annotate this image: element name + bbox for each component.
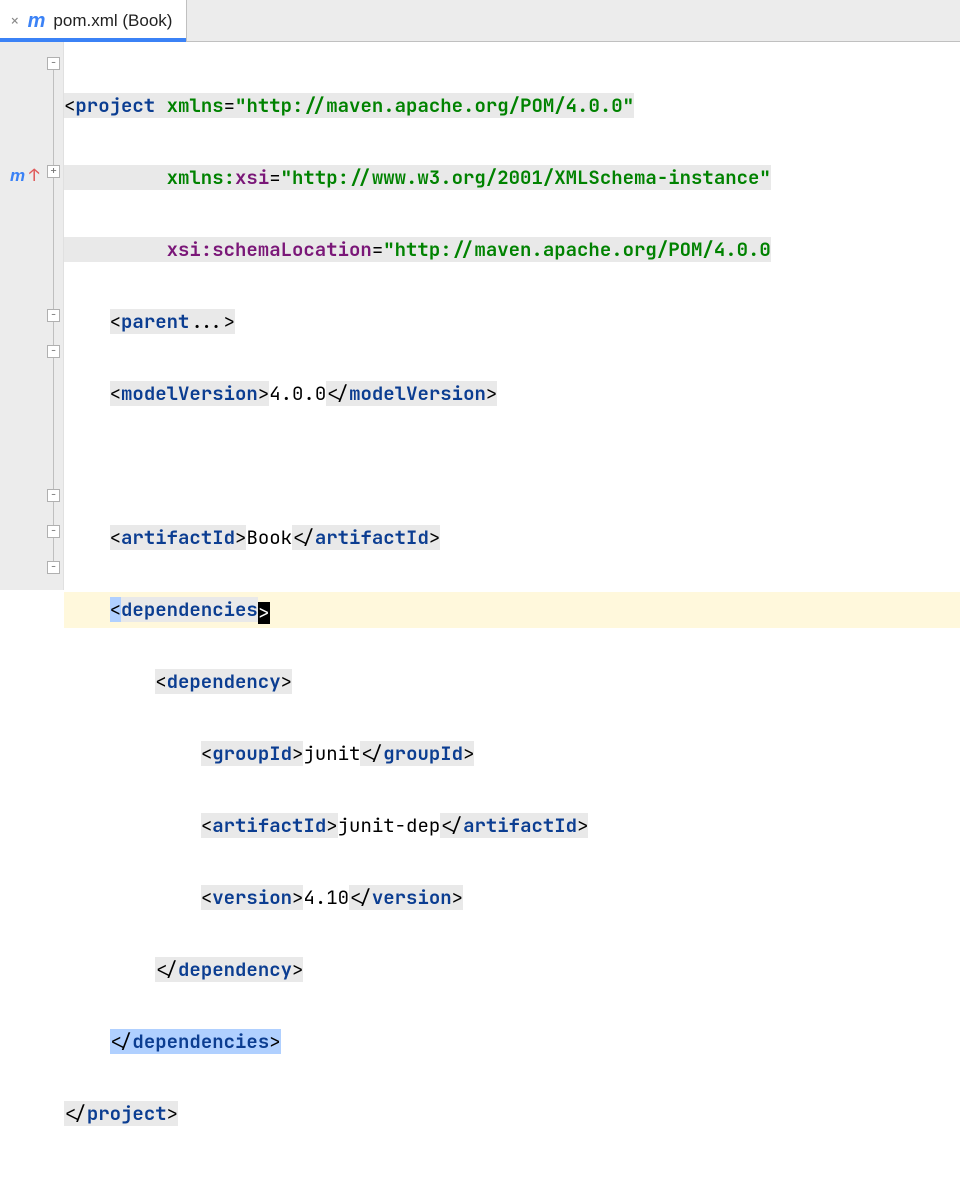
fold-gutter: − + − − − − −: [44, 42, 64, 590]
fold-end-dep[interactable]: −: [47, 489, 60, 502]
fold-toggle-parent[interactable]: +: [47, 165, 60, 178]
left-gutter: m ↑: [0, 42, 44, 590]
fold-toggle[interactable]: −: [47, 57, 60, 70]
maven-gutter-icon[interactable]: m: [10, 166, 25, 186]
code-line[interactable]: <artifactId>Book</artifactId>: [64, 520, 960, 556]
code-line[interactable]: <modelVersion>4.0.0</modelVersion>: [64, 376, 960, 412]
close-icon[interactable]: ×: [10, 13, 20, 29]
code-line-active[interactable]: <dependencies>: [64, 592, 960, 628]
maven-icon: m: [28, 11, 46, 31]
code-line[interactable]: </project>: [64, 1096, 960, 1132]
arrow-up-icon[interactable]: ↑: [29, 165, 39, 187]
code-line[interactable]: </dependencies>: [64, 1024, 960, 1060]
tab-bar: × m pom.xml (Book): [0, 0, 960, 42]
editor-area: m ↑ − + − − − − − <project xmlns="http:/…: [0, 42, 960, 590]
code-line[interactable]: <artifactId>junit-dep</artifactId>: [64, 808, 960, 844]
fold-end-project[interactable]: −: [47, 561, 60, 574]
code-line[interactable]: <parent...>: [64, 304, 960, 340]
code-line[interactable]: </dependency>: [64, 952, 960, 988]
code-lines[interactable]: <project xmlns="http://maven.apache.org/…: [64, 42, 960, 590]
fold-toggle-dep[interactable]: −: [47, 345, 60, 358]
fold-toggle-deps[interactable]: −: [47, 309, 60, 322]
tab-label: pom.xml (Book): [53, 11, 172, 31]
text-caret: >: [258, 602, 270, 624]
code-line[interactable]: <dependency>: [64, 664, 960, 700]
code-line[interactable]: xsi:schemaLocation="http://maven.apache.…: [64, 232, 960, 268]
code-line[interactable]: <groupId>junit</groupId>: [64, 736, 960, 772]
code-line[interactable]: <version>4.10</version>: [64, 880, 960, 916]
code-line[interactable]: <project xmlns="http://maven.apache.org/…: [64, 88, 960, 124]
fold-end-deps[interactable]: −: [47, 525, 60, 538]
code-line[interactable]: [64, 448, 960, 484]
code-line[interactable]: xmlns:xsi="http://www.w3.org/2001/XMLSch…: [64, 160, 960, 196]
editor-tab[interactable]: × m pom.xml (Book): [0, 0, 187, 41]
